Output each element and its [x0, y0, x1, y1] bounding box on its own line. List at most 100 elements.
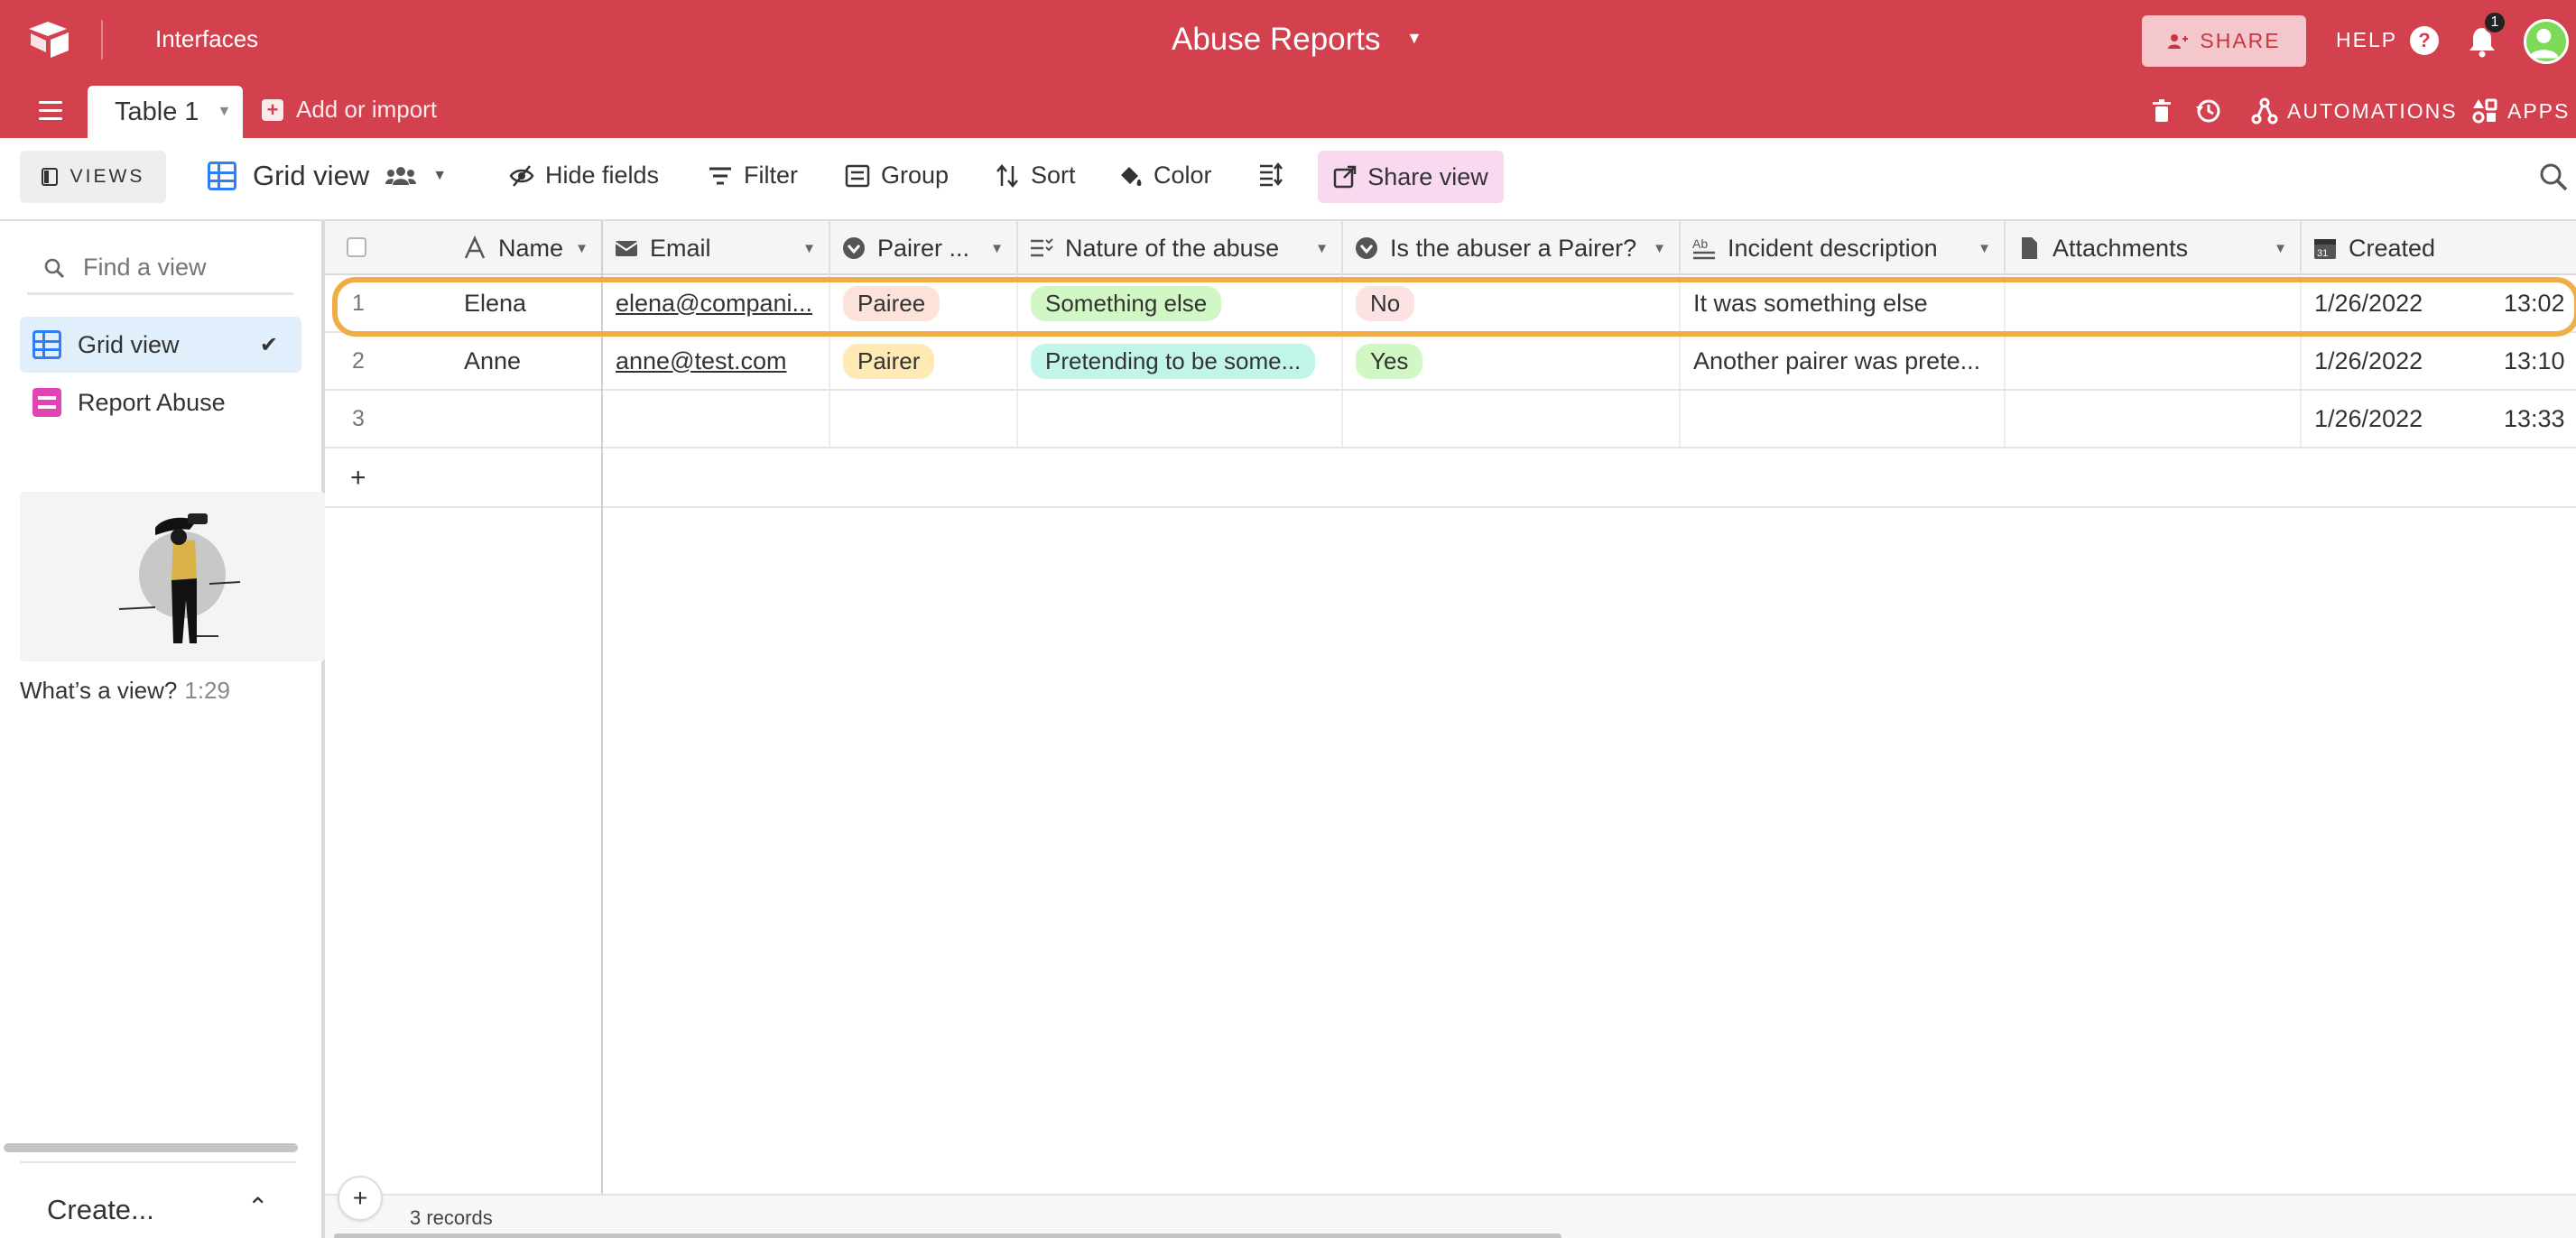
abuser-cell[interactable]: No — [1343, 275, 1681, 331]
current-view-switcher[interactable]: Grid view ▼ — [208, 160, 447, 192]
help-icon[interactable]: ? — [2410, 26, 2439, 55]
checkmark-icon: ✔ — [259, 332, 278, 357]
views-label: VIEWS — [69, 166, 145, 187]
column-menu-chevron-icon[interactable]: ▼ — [575, 241, 588, 256]
table-row[interactable]: 1 Elena elena@compani... Pairee Somethin… — [325, 275, 2576, 333]
base-menu-chevron-icon[interactable]: ▼ — [1406, 29, 1422, 48]
share-view-button[interactable]: Share view — [1318, 151, 1504, 203]
attachments-cell[interactable] — [2006, 391, 2302, 447]
base-title[interactable]: Abuse Reports — [1172, 22, 1381, 58]
column-header-is-abuser-pairer[interactable]: Is the abuser a Pairer? ▼ — [1343, 221, 1681, 275]
color-button[interactable]: Color — [1117, 162, 1212, 189]
column-header-email[interactable]: Email ▼ — [603, 221, 830, 275]
create-view-button[interactable]: Create... — [47, 1194, 154, 1226]
group-icon — [845, 164, 870, 187]
column-header-incident-description[interactable]: Ab Incident description ▼ — [1681, 221, 2006, 275]
table-tab-chevron-icon[interactable]: ▼ — [218, 104, 232, 120]
video-caption[interactable]: What’s a view? 1:29 — [20, 677, 230, 705]
user-avatar[interactable] — [2524, 19, 2569, 64]
abuser-cell[interactable]: Yes — [1343, 333, 1681, 389]
column-header-name[interactable]: Name ▼ — [451, 221, 603, 275]
hamburger-menu-icon[interactable] — [39, 101, 62, 121]
pairer-cell[interactable]: Pairer — [830, 333, 1018, 389]
created-date-cell[interactable]: 1/26/2022 — [2302, 391, 2491, 447]
help-link[interactable]: HELP — [2336, 28, 2397, 52]
email-cell[interactable]: elena@compani... — [603, 275, 830, 331]
table-row[interactable]: 3 1/26/2022 13:33 — [325, 391, 2576, 448]
airtable-logo-icon[interactable] — [27, 20, 72, 60]
row-height-button[interactable] — [1258, 162, 1283, 187]
description-cell[interactable]: It was something else — [1681, 275, 2006, 331]
sidebar-item-grid-view[interactable]: Grid view ✔ — [20, 317, 301, 373]
row-number: 2 — [352, 347, 365, 374]
frozen-column-divider — [601, 221, 603, 1238]
automations-icon — [2251, 97, 2278, 125]
name-cell[interactable]: Anne — [451, 333, 603, 389]
email-cell[interactable]: anne@test.com — [603, 333, 830, 389]
nature-cell[interactable]: Pretending to be some... — [1018, 333, 1343, 389]
tutorial-video-thumbnail[interactable] — [20, 492, 325, 661]
apps-button[interactable]: APPS — [2471, 97, 2570, 125]
add-or-import-label: Add or import — [296, 96, 438, 123]
column-menu-chevron-icon[interactable]: ▼ — [2274, 241, 2287, 256]
trash-icon[interactable] — [2148, 97, 2175, 125]
share-view-icon — [1333, 165, 1357, 189]
column-menu-chevron-icon[interactable]: ▼ — [1978, 241, 1991, 256]
automations-button[interactable]: AUTOMATIONS — [2251, 97, 2458, 125]
column-menu-chevron-icon[interactable]: ▼ — [1653, 241, 1666, 256]
views-toggle-button[interactable]: VIEWS — [20, 151, 166, 203]
name-cell[interactable] — [451, 391, 603, 447]
history-icon[interactable] — [2195, 97, 2222, 125]
pairer-cell[interactable] — [830, 391, 1018, 447]
hide-fields-button[interactable]: Hide fields — [509, 162, 659, 189]
share-view-label: Share view — [1367, 162, 1488, 190]
column-header-created[interactable]: 31 Created — [2302, 221, 2576, 275]
add-record-button[interactable]: + — [325, 450, 601, 508]
email-link[interactable]: anne@test.com — [616, 347, 787, 375]
group-button[interactable]: Group — [845, 162, 949, 189]
column-header-pairer[interactable]: Pairer ... ▼ — [830, 221, 1018, 275]
created-time-cell[interactable]: 13:33 — [2491, 391, 2576, 447]
sidebar-item-report-abuse[interactable]: Report Abuse — [20, 374, 301, 430]
column-header-attachments[interactable]: Attachments ▼ — [2006, 221, 2302, 275]
column-menu-chevron-icon[interactable]: ▼ — [990, 241, 1004, 256]
select-all-checkbox[interactable] — [347, 237, 366, 257]
column-header-nature-of-abuse[interactable]: Nature of the abuse ▼ — [1018, 221, 1343, 275]
attachments-cell[interactable] — [2006, 275, 2302, 331]
filter-button[interactable]: Filter — [708, 162, 798, 189]
sidebar-scrollbar[interactable] — [4, 1143, 298, 1152]
add-or-import-button[interactable]: + Add or import — [262, 96, 437, 124]
created-time-cell[interactable]: 13:10 — [2491, 333, 2576, 389]
column-menu-chevron-icon[interactable]: ▼ — [1315, 241, 1329, 256]
name-cell[interactable]: Elena — [451, 275, 603, 331]
pairer-pill: Pairer — [843, 343, 935, 379]
tab-table-1[interactable]: Table 1 ▼ — [88, 86, 243, 138]
search-icon[interactable] — [2538, 162, 2569, 192]
created-date-cell[interactable]: 1/26/2022 — [2302, 275, 2491, 331]
find-view-search[interactable]: Find a view — [27, 243, 293, 295]
horizontal-scrollbar[interactable] — [334, 1233, 1561, 1238]
pairer-cell[interactable]: Pairee — [830, 275, 1018, 331]
find-view-placeholder: Find a view — [83, 254, 207, 281]
created-time-cell[interactable]: 13:02 — [2491, 275, 2576, 331]
view-menu-chevron-icon[interactable]: ▼ — [432, 168, 447, 184]
abuser-cell[interactable] — [1343, 391, 1681, 447]
views-sidebar: Find a view Grid view ✔ Report Abuse Wha… — [0, 221, 325, 1238]
chevron-up-icon[interactable]: ⌃ — [247, 1192, 268, 1222]
column-header-label: Email — [650, 234, 711, 262]
email-cell[interactable] — [603, 391, 830, 447]
email-link[interactable]: elena@compani... — [616, 290, 812, 318]
single-select-icon — [1356, 237, 1377, 259]
description-cell[interactable]: Another pairer was prete... — [1681, 333, 2006, 389]
sort-button[interactable]: Sort — [995, 162, 1076, 189]
created-date-cell[interactable]: 1/26/2022 — [2302, 333, 2491, 389]
nature-cell[interactable]: Something else — [1018, 275, 1343, 331]
table-row[interactable]: 2 Anne anne@test.com Pairer Pretending t… — [325, 333, 2576, 391]
description-cell[interactable] — [1681, 391, 2006, 447]
interfaces-link[interactable]: Interfaces — [155, 25, 258, 53]
add-record-circle-button[interactable]: + — [338, 1176, 383, 1221]
attachments-cell[interactable] — [2006, 333, 2302, 389]
share-button[interactable]: SHARE — [2142, 15, 2306, 67]
nature-cell[interactable] — [1018, 391, 1343, 447]
column-menu-chevron-icon[interactable]: ▼ — [802, 241, 816, 256]
